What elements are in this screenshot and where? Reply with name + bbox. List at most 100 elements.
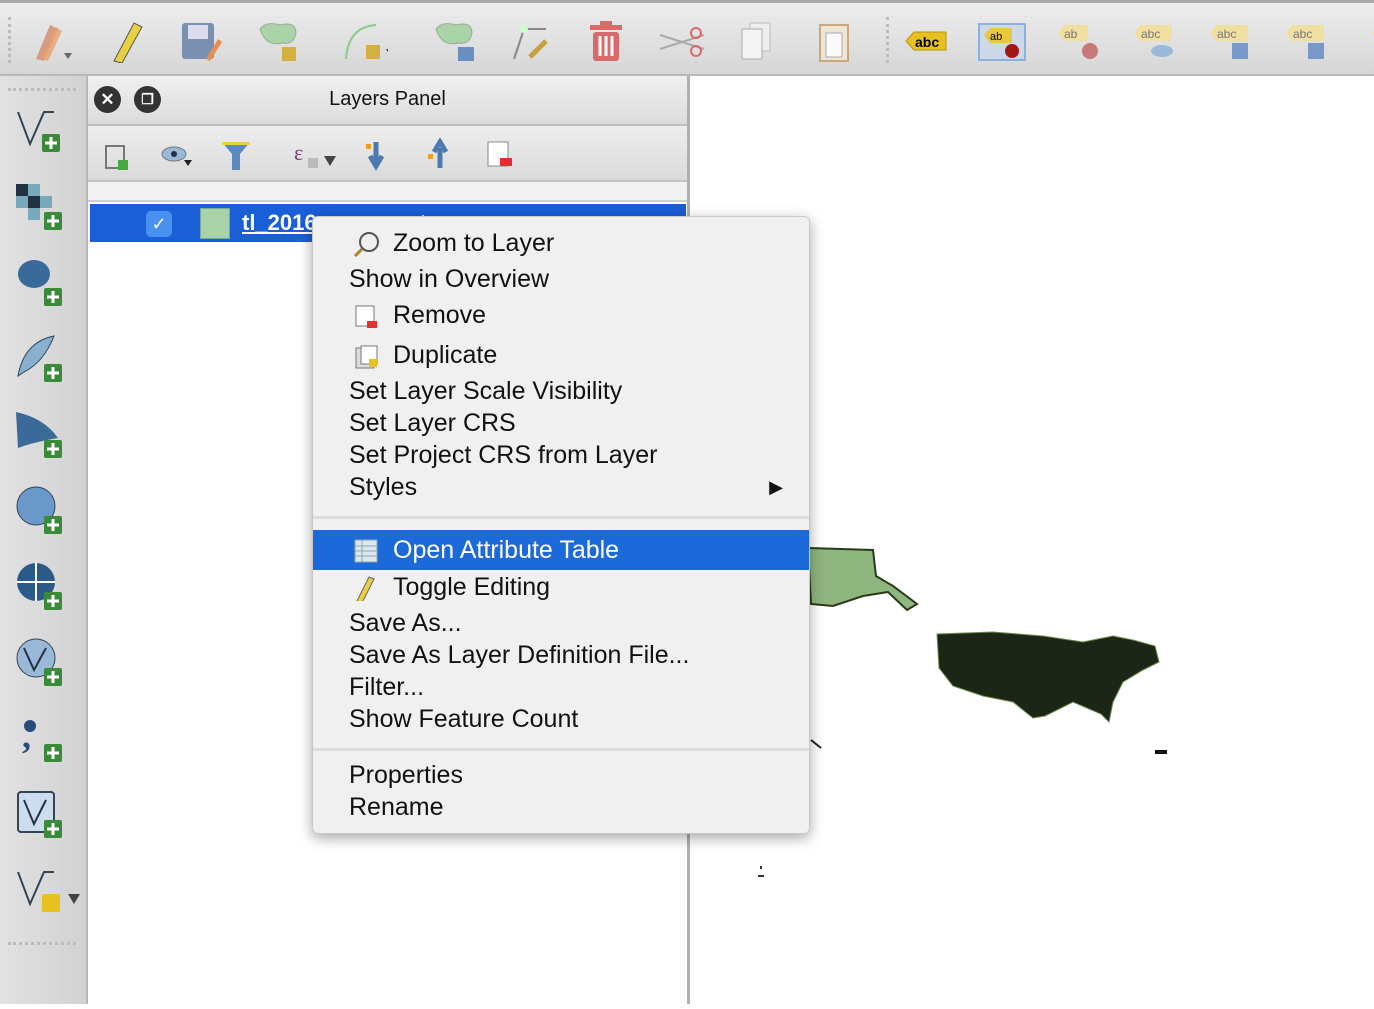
submenu-arrow-icon: ▶ [769,477,783,497]
svg-text:abc: abc [1293,27,1312,41]
current-edits-icon[interactable] [26,17,74,65]
highlight-pinned-labels-icon[interactable]: ab [1056,17,1104,65]
menu-item-toggle-editing[interactable]: Toggle Editing [313,570,809,604]
menu-item-filter[interactable]: Filter... [313,670,809,704]
menu-separator [313,516,809,519]
menu-label: Open Attribute Table [393,536,620,564]
paste-features-icon[interactable] [810,17,858,65]
menu-item-rename[interactable]: Rename [313,790,809,824]
panel-header: ✕ ❐ Layers Panel [88,76,687,126]
add-delimited-text-layer-icon[interactable]: , [14,712,66,764]
cut-features-icon[interactable] [658,17,706,65]
panel-toolbar: ε [88,126,687,182]
hawaii-shape [810,739,822,749]
menu-item-set-project-crs[interactable]: Set Project CRS from Layer [313,438,809,472]
main-toolbar: abc ab ab abc abc abc [0,0,1374,76]
menu-label: Set Layer Scale Visibility [349,377,623,405]
menu-item-properties[interactable]: Properties [313,758,809,792]
zoom-icon [353,232,379,257]
move-feature-icon[interactable] [430,17,478,65]
show-hide-labels-icon[interactable]: abc [1132,17,1180,65]
remove-layer-icon[interactable] [484,138,518,172]
add-spatialite-layer-icon[interactable] [14,332,66,384]
menu-item-save-as-layer-definition[interactable]: Save As Layer Definition File... [313,638,809,672]
toolbar-grip[interactable] [8,88,76,91]
add-raster-layer-icon[interactable] [14,180,66,232]
menu-label: Styles [349,473,418,501]
add-wms-layer-icon[interactable] [14,484,66,536]
menu-item-remove[interactable]: Remove [313,298,809,332]
add-vector-layer-icon[interactable] [14,104,66,156]
node-tool-icon[interactable] [508,17,556,65]
move-label-icon[interactable]: abc [1208,17,1256,65]
menu-item-set-layer-crs[interactable]: Set Layer CRS [313,406,809,440]
delete-selected-icon[interactable] [582,17,630,65]
menu-item-save-as[interactable]: Save As... [313,606,809,640]
menu-item-show-feature-count[interactable]: Show Feature Count [313,702,809,736]
island-shape [758,866,764,877]
rotate-label-icon[interactable]: abc [1284,17,1332,65]
puerto-rico-shape [1155,750,1167,754]
menu-separator [313,748,809,751]
menu-label: Save As Layer Definition File... [349,641,690,669]
menu-label: Duplicate [393,341,498,369]
menu-item-open-attribute-table[interactable]: Open Attribute Table [313,530,809,570]
alaska-shape [806,546,919,612]
svg-text:abc: abc [1141,27,1160,41]
collapse-all-icon[interactable] [424,138,458,172]
layer-tree-header [88,182,687,202]
menu-label: Toggle Editing [393,573,551,601]
svg-text:ab: ab [1064,27,1078,41]
filter-legend-icon[interactable] [220,138,254,172]
conterminous-us-shape [936,631,1160,724]
new-shapefile-layer-icon[interactable] [14,864,80,916]
manage-visibility-icon[interactable] [160,138,194,172]
pin-labels-icon[interactable]: ab [978,23,1026,61]
menu-label: Filter... [349,673,425,701]
add-group-icon[interactable] [100,138,134,172]
menu-label: Set Layer CRS [349,409,516,437]
toolbar-grip[interactable] [8,942,76,945]
menu-item-zoom-to-layer[interactable]: Zoom to Layer [313,226,809,260]
data-source-toolbar: , [0,76,88,1004]
svg-text:abc: abc [1217,27,1236,41]
add-postgis-layer-icon[interactable] [14,256,66,308]
duplicate-icon [355,345,378,369]
add-wfs-layer-icon[interactable] [14,636,66,688]
menu-label: Remove [393,301,487,329]
layer-visibility-checkbox[interactable]: ✓ [146,211,172,237]
panel-title: Layers Panel [329,88,446,110]
expand-all-icon[interactable] [362,138,396,172]
menu-item-show-in-overview[interactable]: Show in Overview [313,262,809,296]
menu-label: Properties [349,761,463,789]
toolbar-grip[interactable] [886,17,892,63]
toggle-editing-icon[interactable] [100,17,148,65]
copy-features-icon[interactable] [732,17,780,65]
menu-label: Set Project CRS from Layer [349,441,658,469]
menu-item-styles[interactable]: Styles ▶ [313,470,809,504]
table-icon [354,539,378,563]
svg-text:ε: ε [294,140,303,165]
add-mssql-layer-icon[interactable] [14,408,66,460]
toolbar-grip[interactable] [8,17,14,63]
menu-item-duplicate[interactable]: Duplicate [313,338,809,372]
label-icon[interactable]: abc [902,17,950,65]
svg-text:ab: ab [990,31,1002,43]
pencil-icon [356,576,375,601]
add-circular-string-icon[interactable] [340,17,388,65]
layer-context-menu: Zoom to Layer Show in Overview Remove Du… [312,216,810,834]
menu-item-set-layer-scale-visibility[interactable]: Set Layer Scale Visibility [313,374,809,408]
change-label-icon[interactable] [1356,17,1374,65]
add-wcs-layer-icon[interactable] [14,560,66,612]
menu-label: Show in Overview [349,265,550,293]
save-edits-icon[interactable] [176,17,224,65]
menu-label: Show Feature Count [349,705,579,733]
menu-label: Zoom to Layer [393,229,555,257]
menu-label: Save As... [349,609,462,637]
menu-label: Rename [349,793,444,821]
add-virtual-layer-icon[interactable] [14,788,66,840]
layer-symbol [200,208,230,239]
svg-text:abc: abc [915,34,939,50]
add-feature-icon[interactable] [254,17,302,65]
filter-by-expression-icon[interactable]: ε [292,138,342,172]
